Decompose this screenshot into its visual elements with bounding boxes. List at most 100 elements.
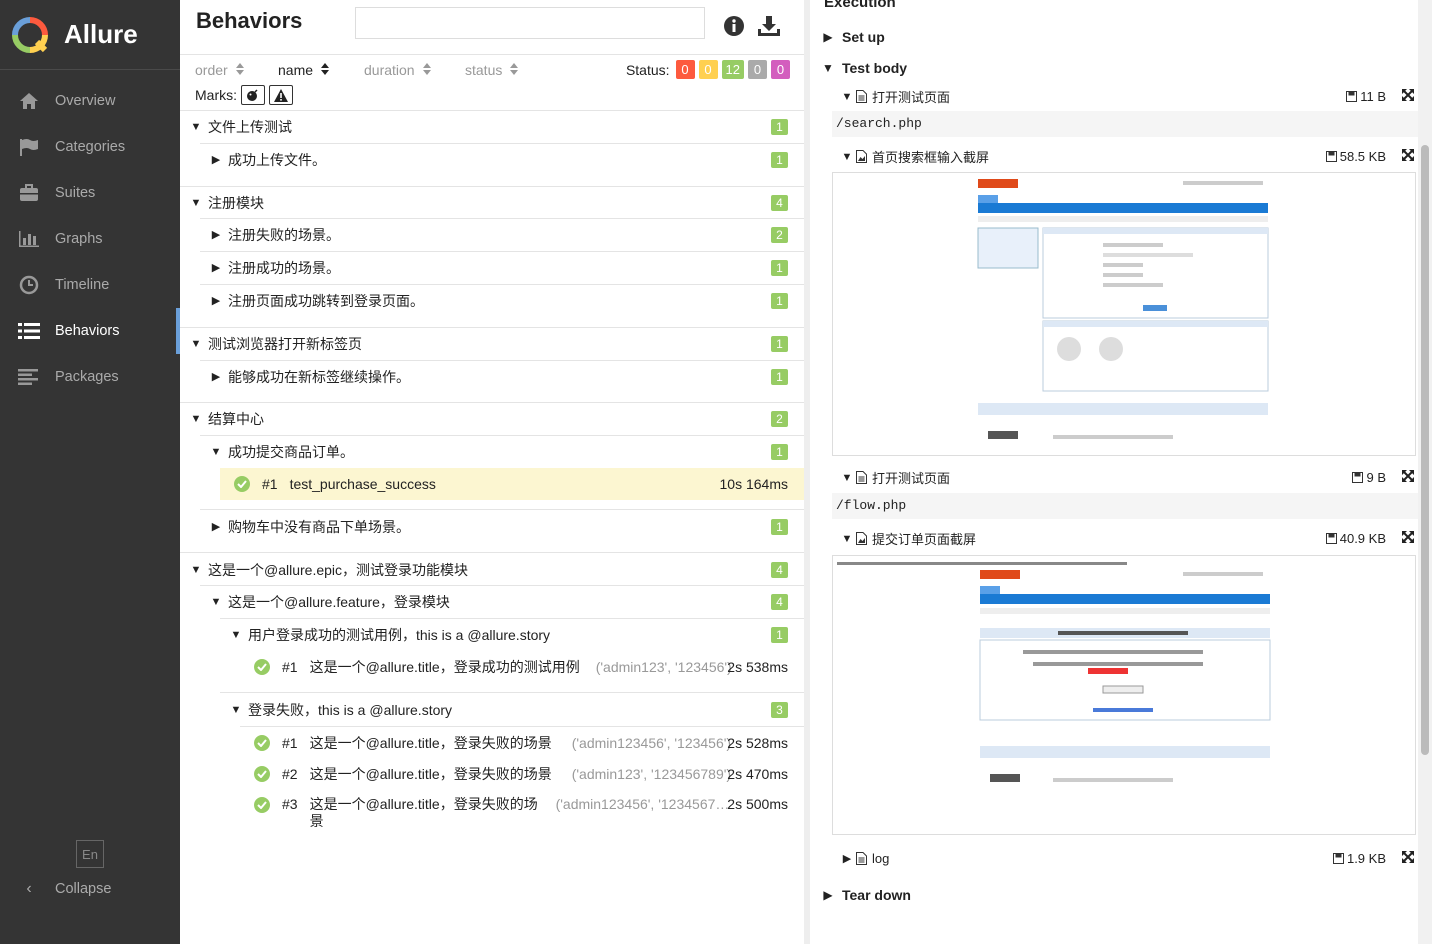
status-passed-badge[interactable]: 12 [721,60,744,79]
save-icon [1352,472,1364,483]
test-case-row[interactable]: #3 这是一个@allure.title，登录失败的场景 ('admin1234… [240,796,804,832]
nav-item-timeline[interactable]: Timeline [0,262,180,308]
attachment-size: 11 B [1346,89,1386,104]
chevron-down-icon: ▼ [190,120,202,133]
chevron-right-icon: ▶ [211,521,221,533]
tree-group[interactable]: ▼ 文件上传测试 1 [188,118,804,135]
count-badge: 2 [771,226,788,243]
divider [180,552,804,553]
count-badge: 1 [771,518,788,535]
nav-item-behaviors[interactable]: Behaviors [0,308,180,354]
sort-status[interactable]: status [465,62,519,78]
count-badge: 2 [771,410,788,427]
scrollbar-thumb[interactable] [1421,145,1429,755]
sort-duration[interactable]: duration [364,62,431,78]
divider [200,218,804,219]
test-name: 这是一个@allure.title，登录失败的场景 [310,796,542,830]
collapse-button[interactable]: ‹ Collapse [18,880,111,898]
count-badge: 1 [771,368,788,385]
group-name: 购物车中没有商品下单场景。 [228,518,410,535]
test-case-row[interactable]: #2 这是一个@allure.title，登录失败的场景 ('admin123', … [240,758,804,789]
screenshot-image [832,555,1416,835]
language-button[interactable]: En [76,840,104,868]
attachment-row[interactable]: ▼ 打开测试页面 9 B [840,469,1418,486]
test-duration: 2s 538ms [727,659,788,675]
test-params: ('admin123456', '123456') [571,734,732,751]
status-failed-badge[interactable]: 0 [675,60,695,79]
nav-label: Behaviors [55,323,120,339]
tree-group[interactable]: ▶ 注册成功的场景。 1 [208,259,804,276]
divider [200,585,804,586]
attachment-name: 打开测试页面 [872,90,951,105]
test-case-row[interactable]: #1 这是一个@allure.title，登录失败的场景 ('admin123456… [240,727,804,758]
chevron-down-icon: ▼ [822,61,834,75]
attachment-row[interactable]: ▼ 打开测试页面 11 B [840,88,1418,105]
chevron-down-icon: ▼ [190,563,202,576]
test-number: #1 [262,476,278,492]
warning-icon[interactable] [269,85,293,105]
chevron-down-icon: ▼ [841,532,853,545]
tree-group[interactable]: ▼ 用户登录成功的测试用例，this is a @allure.story 1 [228,626,804,643]
info-icon[interactable] [721,13,747,39]
tree-group[interactable]: ▼ 测试浏览器打开新标签页 1 [188,335,804,352]
tree-group[interactable]: ▶ 注册页面成功跳转到登录页面。 1 [208,292,804,309]
nav-item-suites[interactable]: Suites [0,170,180,216]
attachment-row[interactable]: ▶ log 1.9 KB [840,850,1418,867]
tree-group[interactable]: ▶ 能够成功在新标签继续操作。 1 [208,368,804,385]
allure-logo-icon [12,16,48,53]
bar-chart-icon [18,230,40,248]
chevron-right-icon: ▶ [211,262,221,274]
group-name: 注册失败的场景。 [228,226,340,243]
tree-group[interactable]: ▼ 登录失败，this is a @allure.story 3 [228,701,804,718]
test-number: #2 [282,765,298,782]
tree-group[interactable]: ▼ 成功提交商品订单。 1 [208,443,804,460]
expand-icon[interactable] [1402,149,1414,164]
divider [200,509,804,510]
status-broken-badge[interactable]: 0 [698,60,718,79]
sort-name[interactable]: name [278,62,330,78]
group-name: 这是一个@allure.epic，测试登录功能模块 [208,561,469,578]
logo[interactable]: Allure [0,0,180,70]
teardown-section[interactable]: ▶ Tear down [820,887,911,903]
expand-icon[interactable] [1402,531,1414,546]
screenshot-image [832,172,1416,456]
setup-section[interactable]: ▶ Set up [820,29,884,45]
test-result-pane: Execution ▶ Set up ▼ Test body ▼ 打开测试页面 11… [810,0,1432,944]
test-body-section[interactable]: ▼ Test body [820,60,907,76]
test-case-row[interactable]: #1 这是一个@allure.title，登录成功的测试用例 ('admin123'… [240,651,804,683]
attachment-size-value: 40.9 KB [1339,531,1386,546]
nav-label: Graphs [55,231,103,247]
download-icon[interactable] [756,13,782,39]
test-case-row-selected[interactable]: #1 test_purchase_success 10s 164ms [220,468,804,500]
attachment-size: 9 B [1352,470,1386,485]
nav-item-overview[interactable]: Overview [0,78,180,124]
sort-order[interactable]: order [195,62,244,78]
status-unknown-badge[interactable]: 0 [771,60,790,79]
expand-icon[interactable] [1402,851,1414,866]
tree-group[interactable]: ▼ 这是一个@allure.feature，登录模块 4 [208,593,804,610]
test-number: #3 [282,796,298,812]
nav-item-packages[interactable]: Packages [0,354,180,400]
tree-group[interactable]: ▶ 购物车中没有商品下单场景。 1 [208,518,804,535]
nav-item-categories[interactable]: Categories [0,124,180,170]
nav-item-graphs[interactable]: Graphs [0,216,180,262]
flaky-bomb-icon[interactable] [241,85,265,105]
attachment-row[interactable]: ▼ 提交订单页面截屏 40.9 KB [840,530,1418,547]
tree-group[interactable]: ▶ 注册失败的场景。 2 [208,226,804,243]
expand-icon[interactable] [1402,89,1414,104]
save-icon [1325,151,1337,162]
sort-duration-label: duration [364,62,415,78]
execution-title: Execution [824,0,896,11]
chevron-down-icon: ▼ [841,471,853,484]
search-input[interactable] [355,7,705,39]
expand-icon[interactable] [1402,470,1414,485]
tree-group[interactable]: ▼ 结算中心 2 [188,410,804,427]
sort-arrows-icon [422,62,431,78]
tree-group[interactable]: ▼ 这是一个@allure.epic，测试登录功能模块 4 [188,561,804,578]
status-skipped-badge[interactable]: 0 [748,60,767,79]
behaviors-pane: Behaviors order name duration status Sta… [180,0,804,944]
attachment-row[interactable]: ▼ 首页搜索框输入截屏 58.5 KB [840,148,1418,165]
group-name: 注册模块 [208,194,264,211]
tree-group[interactable]: ▶ 成功上传文件。 1 [208,151,804,168]
tree-group[interactable]: ▼ 注册模块 4 [188,194,804,211]
